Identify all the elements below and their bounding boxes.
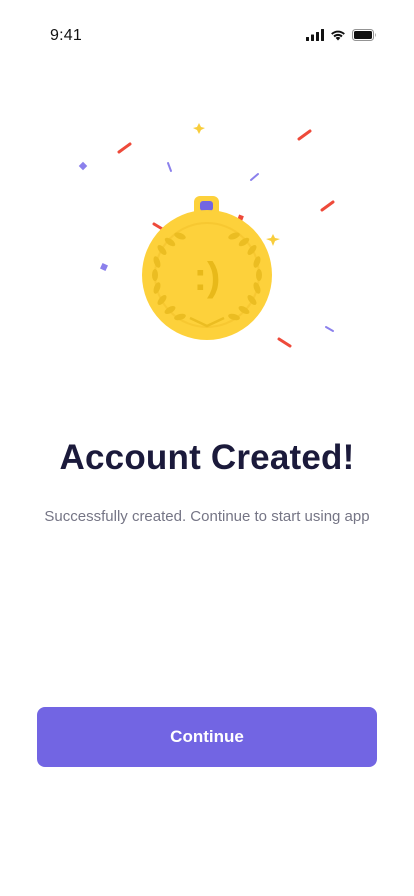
status-icons [306, 29, 377, 41]
status-time: 9:41 [50, 27, 82, 44]
sparkle-icon [266, 234, 280, 246]
continue-button-label: Continue [170, 727, 244, 746]
battery-icon [352, 29, 376, 41]
page-subtitle: Successfully created. Continue to start … [44, 508, 370, 525]
cellular-signal-icon [306, 29, 324, 41]
account-created-screen: 9:41:) Account Created! Successfully cr… [0, 0, 414, 896]
medal-face: :) [194, 255, 221, 299]
wifi-icon [331, 30, 345, 41]
page-title: Account Created! [59, 438, 355, 477]
medal-icon: :) [142, 210, 272, 340]
status-bar: 9:41 [0, 0, 414, 74]
medal-illustration: :) [78, 123, 335, 348]
continue-button[interactable]: Continue [37, 707, 377, 767]
sparkle-icon [193, 123, 205, 134]
